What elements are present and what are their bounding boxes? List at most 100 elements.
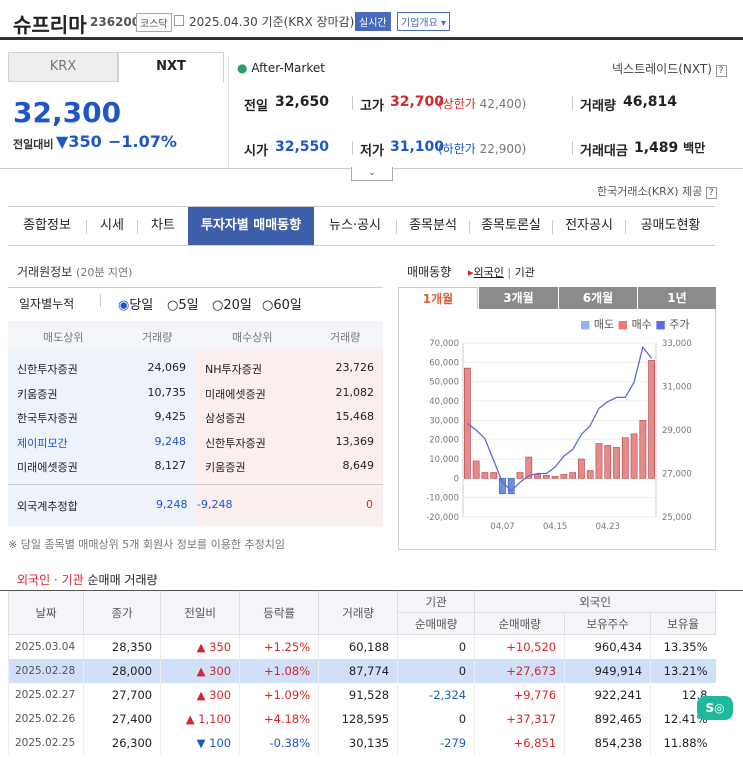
table-cell: +4.18%: [239, 706, 319, 731]
broker-name: 미래에셋증권: [205, 387, 266, 401]
y-tick-label: 50,000: [429, 378, 459, 388]
radio-today[interactable]: ◉당일: [118, 294, 153, 313]
table-cell: 922,241: [564, 682, 651, 707]
lower-limit: (하한가 22,900): [438, 142, 527, 156]
realtime-button[interactable]: 실시간: [355, 12, 391, 31]
y-tick-label: 30,000: [429, 416, 459, 426]
table-cell: 13.35%: [650, 634, 716, 659]
divider: [228, 56, 229, 168]
broker-name: 삼성증권: [205, 412, 246, 425]
tab-nxt[interactable]: NXT: [118, 52, 224, 82]
broker-volume: 9,425: [154, 410, 187, 423]
period-3m[interactable]: 3개월: [478, 287, 558, 309]
col-volume: 거래량: [318, 590, 399, 635]
table-row: 2025.02.28 28,000 ▲ 300 +1.08% 87,774 0 +27,67…: [7, 658, 716, 683]
table-cell: -0.38%: [239, 730, 319, 755]
low-label: 저가: [360, 144, 384, 159]
col-close: 종가: [83, 590, 162, 635]
trend-title: 매매동향: [407, 265, 452, 279]
broker-volume: 21,082: [335, 385, 375, 399]
tab-analysis[interactable]: 종목분석: [397, 207, 469, 245]
col-frn-net: 순매매량: [474, 612, 566, 635]
broker-volume: 10,735: [147, 385, 187, 399]
broker-name: 키움증권: [205, 461, 246, 474]
volume-value: 46,814: [623, 94, 678, 110]
net-buy-bar: [551, 476, 559, 479]
net-buy-bar: [621, 437, 629, 479]
table-cell: +37,317: [474, 706, 565, 731]
y-tick-label: 20,000: [429, 436, 459, 446]
table-cell: +1.25%: [239, 634, 319, 659]
tab-disclosure[interactable]: 전자공시: [553, 207, 625, 245]
broker-name: 신한투자증권: [205, 436, 266, 450]
net-buy-bar: [569, 472, 577, 479]
y2-tick-label: 31,000: [662, 383, 692, 393]
tab-chart[interactable]: 차트: [138, 207, 188, 245]
table-cell: 13.21%: [650, 658, 716, 683]
table-cell: 2025.02.25: [7, 730, 84, 755]
tab-news[interactable]: 뉴스·공시: [314, 207, 396, 245]
expand-chevron-icon[interactable]: ⌄: [351, 167, 393, 181]
table-cell: 28,350: [83, 634, 161, 659]
period-1y[interactable]: 1년: [637, 287, 716, 309]
table-row: 2025.03.04 28,350 ▲ 350 +1.25% 60,188 0 +10,52…: [7, 634, 716, 659]
investor-table: 날짜 종가 전일비 등락률 거래량 기관 외국인 순매매량 순매매량 보유주수 …: [7, 590, 716, 755]
col-inst-net: 순매매량: [397, 612, 476, 635]
col-volume: 거래량: [142, 331, 173, 344]
amount-label: 거래대금: [580, 144, 628, 159]
col-diff: 전일비: [160, 590, 241, 635]
broker-volume: 15,468: [335, 410, 375, 423]
broker-name: 신한투자증권: [17, 363, 78, 376]
table-cell: +1.09%: [239, 682, 319, 707]
radio-20d[interactable]: ○20일: [212, 294, 252, 313]
period-1m[interactable]: 1개월: [398, 287, 478, 309]
period-6m[interactable]: 6개월: [558, 287, 637, 309]
table-cell: 949,914: [564, 658, 651, 683]
x-tick-label: 04.23: [596, 522, 620, 532]
radio-60d[interactable]: ○60일: [262, 294, 302, 313]
tab-overview[interactable]: 종합정보: [8, 207, 86, 245]
divider: [8, 484, 383, 485]
table-cell: 27,400: [83, 706, 161, 731]
table-cell: 11.88%: [650, 730, 716, 755]
trade-info-title: 거래원정보 (20분 지연): [17, 265, 133, 279]
investor-table-body: 2025.03.04 28,350 ▲ 350 +1.25% 60,188 0 +10,52…: [7, 634, 716, 755]
broker-volume: 23,726: [335, 361, 375, 374]
table-cell: 960,434: [564, 634, 651, 659]
trend-filter[interactable]: ▸외국인 | 기관: [468, 264, 535, 280]
broker-name: 제이피모간: [17, 436, 68, 450]
tab-quote[interactable]: 시세: [87, 207, 137, 245]
y-tick-label: 0: [454, 474, 459, 484]
nxt-link[interactable]: 넥스트레이드(NXT) ?: [612, 60, 727, 77]
stock-code: 236200: [90, 15, 141, 29]
search-icon[interactable]: S◎: [697, 696, 733, 720]
market-badge: 코스닥: [136, 13, 172, 32]
company-overview-button[interactable]: 기업개요 ▾: [397, 12, 451, 31]
net-buy-bar: [586, 470, 594, 479]
table-cell: 2025.03.04: [7, 634, 84, 659]
table-cell: ▼ 100: [160, 730, 240, 755]
y-tick-label: 40,000: [429, 397, 459, 407]
col-foreign: 외국인: [474, 590, 716, 613]
net-buy-bar: [648, 360, 655, 479]
tab-discussion[interactable]: 종목토론실: [470, 207, 552, 245]
broker-name: 키움증권: [17, 387, 58, 401]
tab-investor-trend[interactable]: 투자자별 매매동향: [188, 207, 314, 245]
col-date: 날짜: [7, 590, 85, 635]
net-buy-bar: [630, 433, 638, 479]
broker-volume: 9,248: [154, 434, 187, 448]
table-cell: 60,188: [318, 634, 398, 659]
table-cell: 91,528: [318, 682, 398, 707]
calendar-icon: [174, 15, 184, 26]
change-value: ▼350: [56, 132, 102, 151]
tab-krx[interactable]: KRX: [8, 52, 118, 82]
x-tick-label: 04.15: [543, 522, 567, 532]
divider: [572, 96, 573, 110]
net-buy-bar: [472, 460, 480, 479]
high-value: 32,700: [390, 94, 445, 110]
broker-volume: 13,369: [335, 434, 375, 448]
radio-5d[interactable]: ○5일: [167, 294, 199, 313]
net-buy-bar: [604, 445, 612, 479]
tab-short-selling[interactable]: 공매도현황: [626, 207, 715, 245]
table-cell: +10,520: [474, 634, 565, 659]
